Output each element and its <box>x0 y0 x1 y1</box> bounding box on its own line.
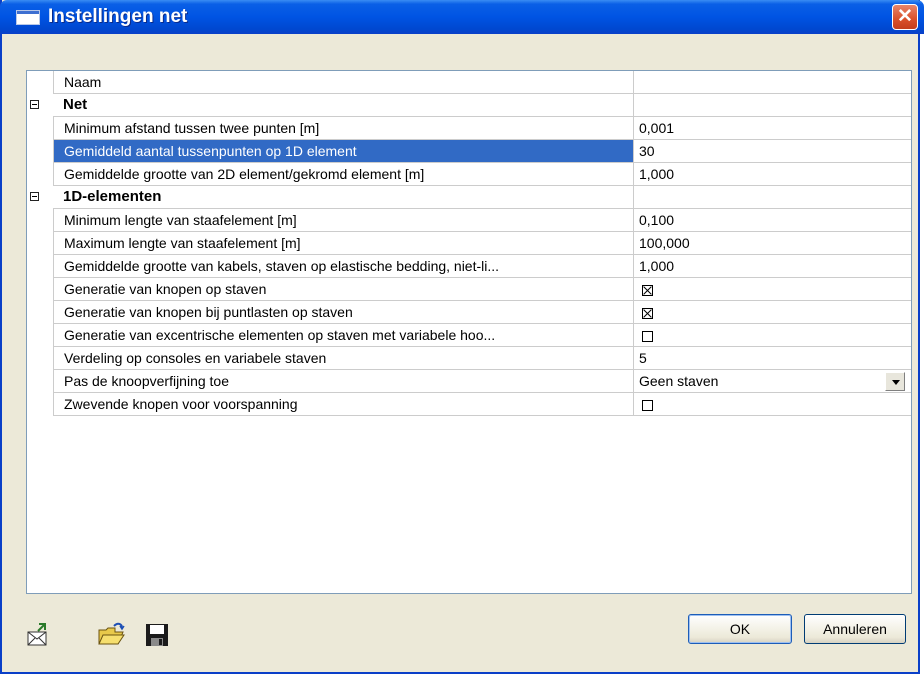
open-folder-icon[interactable] <box>96 620 126 650</box>
checked-checkbox-icon[interactable] <box>642 285 653 296</box>
property-checkbox[interactable] <box>634 393 911 416</box>
property-checkbox[interactable] <box>634 278 911 301</box>
property-checkbox[interactable] <box>634 301 911 324</box>
property-label: Gemiddelde grootte van kabels, staven op… <box>53 255 634 278</box>
unchecked-checkbox-icon[interactable] <box>642 331 653 342</box>
property-label: Gemiddeld aantal tussenpunten op 1D elem… <box>53 140 634 163</box>
property-row[interactable]: Generatie van knopen op staven <box>27 278 911 301</box>
property-label: Minimum afstand tussen twee punten [m] <box>53 117 634 140</box>
category-label: Net <box>53 94 634 117</box>
property-value[interactable]: 100,000 <box>634 232 911 255</box>
window-title: Instellingen net <box>48 6 188 27</box>
save-disk-icon[interactable] <box>142 620 172 650</box>
property-row[interactable]: Generatie van knopen bij puntlasten op s… <box>27 301 911 324</box>
title-bar[interactable]: Instellingen net ✕ <box>0 0 924 34</box>
property-row[interactable]: Minimum lengte van staafelement [m] 0,100 <box>27 209 911 232</box>
collapse-icon[interactable] <box>30 192 39 201</box>
property-value-text: 1,000 <box>639 258 675 274</box>
window-icon <box>16 10 40 25</box>
column-header-naam: Naam <box>53 71 634 94</box>
property-label: Gemiddelde grootte van 2D element/gekrom… <box>53 163 634 186</box>
property-row[interactable]: Maximum lengte van staafelement [m] 100,0… <box>27 232 911 255</box>
property-label: Generatie van knopen op staven <box>53 278 634 301</box>
property-row[interactable]: Pas de knoopverfijning toe Geen staven <box>27 370 911 393</box>
category-row[interactable]: Net <box>27 94 911 117</box>
property-row[interactable]: Minimum afstand tussen twee punten [m] 0,… <box>27 117 911 140</box>
property-label: Zwevende knopen voor voorspanning <box>53 393 634 416</box>
property-value[interactable]: 0,100 <box>634 209 911 232</box>
ok-button[interactable]: OK <box>688 614 792 644</box>
export-settings-icon[interactable] <box>22 620 52 650</box>
property-label: Minimum lengte van staafelement [m] <box>53 209 634 232</box>
property-row[interactable]: Gemiddelde grootte van kabels, staven op… <box>27 255 911 278</box>
property-label: Maximum lengte van staafelement [m] <box>53 232 634 255</box>
property-dropdown[interactable]: Geen staven <box>634 370 911 393</box>
property-value-text: 5 <box>639 350 647 366</box>
property-label: Pas de knoopverfijning toe <box>53 370 634 393</box>
property-value-text: 100,000 <box>639 235 690 251</box>
property-value-text: 1,000 <box>639 166 675 182</box>
cancel-button[interactable]: Annuleren <box>804 614 906 644</box>
property-value[interactable]: 0,001 <box>634 117 911 140</box>
property-value[interactable]: 30 <box>634 140 911 163</box>
property-row[interactable]: Verdeling op consoles en variabele stave… <box>27 347 911 370</box>
property-row[interactable]: Gemiddelde grootte van 2D element/gekrom… <box>27 163 911 186</box>
property-row[interactable]: Zwevende knopen voor voorspanning <box>27 393 911 416</box>
property-value-text: 0,001 <box>639 120 675 136</box>
property-checkbox[interactable] <box>634 324 911 347</box>
close-button[interactable]: ✕ <box>892 4 918 30</box>
settings-dialog: Instellingen net ✕ Naam Net Minimum afsta… <box>0 0 924 674</box>
property-value[interactable]: 5 <box>634 347 911 370</box>
grid-header-row: Naam <box>27 71 911 94</box>
property-value-text: 0,100 <box>639 212 675 228</box>
category-row[interactable]: 1D-elementen <box>27 186 911 209</box>
property-label: Verdeling op consoles en variabele stave… <box>53 347 634 370</box>
category-label: 1D-elementen <box>53 186 634 209</box>
collapse-icon[interactable] <box>30 100 39 109</box>
property-value-text: 30 <box>639 143 655 159</box>
property-label: Generatie van excentrische elementen op … <box>53 324 634 347</box>
chevron-down-icon[interactable] <box>885 372 905 391</box>
property-row[interactable]: Generatie van excentrische elementen op … <box>27 324 911 347</box>
checked-checkbox-icon[interactable] <box>642 308 653 319</box>
property-value[interactable]: 1,000 <box>634 255 911 278</box>
property-value-text: Geen staven <box>639 373 719 389</box>
unchecked-checkbox-icon[interactable] <box>642 400 653 411</box>
property-value[interactable]: 1,000 <box>634 163 911 186</box>
property-label: Generatie van knopen bij puntlasten op s… <box>53 301 634 324</box>
property-grid: Naam Net Minimum afstand tussen twee punt… <box>26 70 912 594</box>
property-row[interactable]: Gemiddeld aantal tussenpunten op 1D elem… <box>27 140 911 163</box>
